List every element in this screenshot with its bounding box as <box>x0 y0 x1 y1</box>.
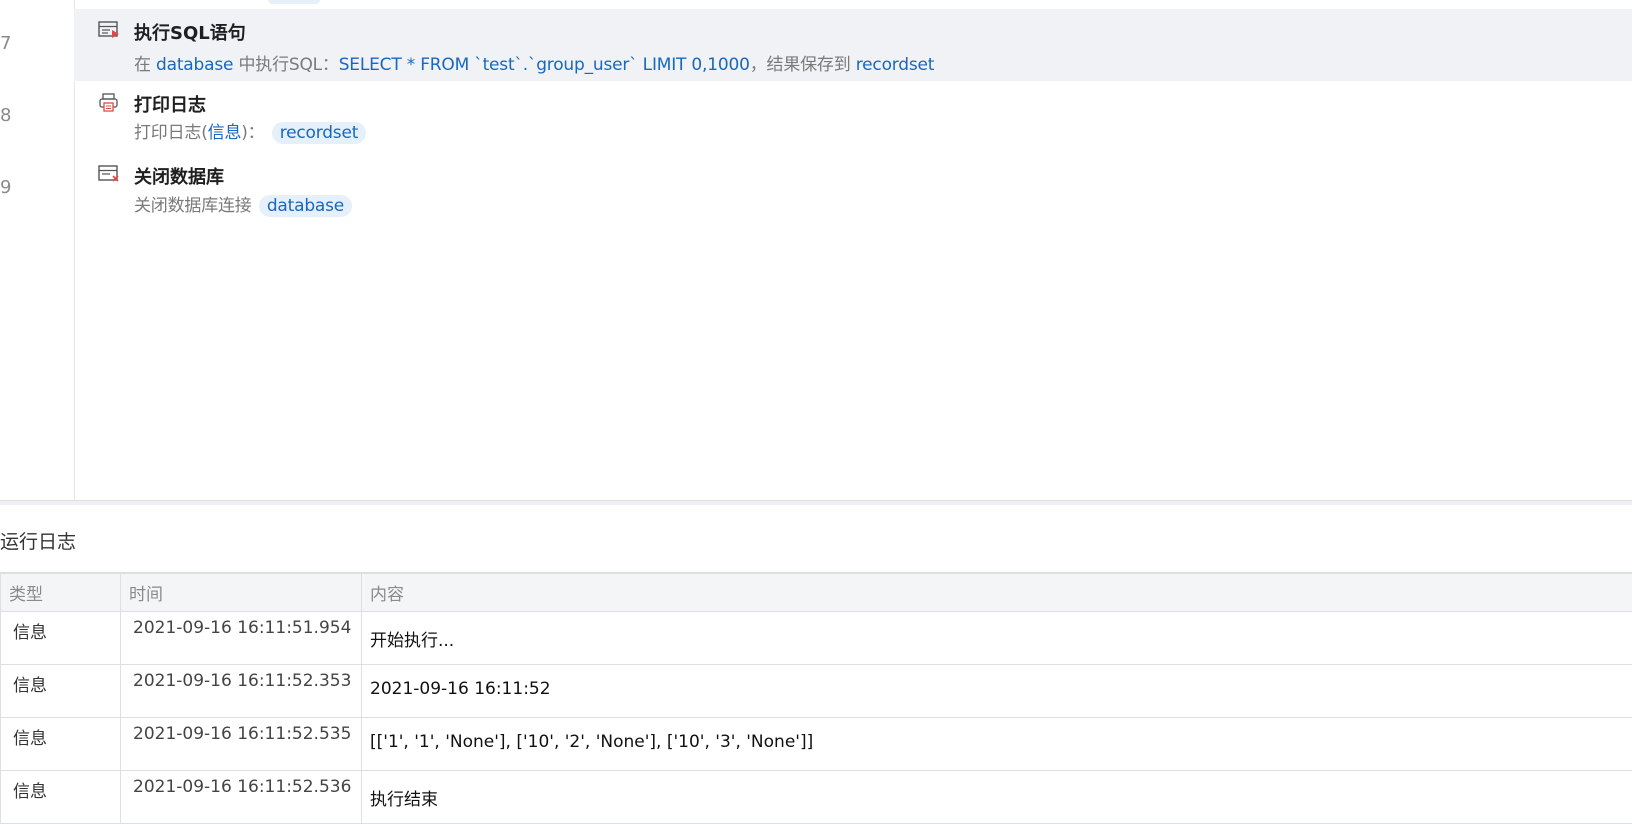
step-text: )： <box>241 123 264 143</box>
table-row[interactable]: 信息 2021-09-16 16:11:52.535 [['1', '1', '… <box>1 718 1632 771</box>
column-header-type[interactable]: 类型 <box>1 573 121 612</box>
log-table: 类型 时间 内容 信息 2021-09-16 16:11:51.954 开始执行… <box>0 572 1632 824</box>
step-execute-sql[interactable]: 执行SQL语句 在 database 中执行SQL：SELECT * FROM … <box>74 9 1632 81</box>
step-description: 打印日志(信息)： recordset <box>134 118 368 144</box>
step-title: 关闭数据库 <box>134 163 224 189</box>
log-type-cell: 信息 <box>1 665 121 718</box>
sql-execute-icon <box>98 21 120 39</box>
table-header-row: 类型 时间 内容 <box>1 573 1632 612</box>
step-text: ，结果保存到 <box>750 55 851 75</box>
step-description: 在 database 中执行SQL：SELECT * FROM `test`.`… <box>134 50 934 75</box>
line-number: 9 <box>0 177 11 198</box>
column-header-time[interactable]: 时间 <box>121 573 362 612</box>
log-type-cell: 信息 <box>1 718 121 771</box>
step-text: 中执行SQL： <box>238 55 338 75</box>
table-row[interactable]: 信息 2021-09-16 16:11:52.353 2021-09-16 16… <box>1 665 1632 718</box>
log-level-option[interactable]: 信息 <box>208 123 242 143</box>
line-number: 8 <box>0 105 11 126</box>
flow-editor: 7 8 9 执行SQL语句 在 database 中执行SQL：SELECT *… <box>0 0 1632 500</box>
step-text: 在 <box>134 55 151 75</box>
table-row[interactable]: 信息 2021-09-16 16:11:51.954 开始执行... <box>1 612 1632 665</box>
log-content-cell: 2021-09-16 16:11:52 <box>362 665 1632 718</box>
column-header-content[interactable]: 内容 <box>362 573 1632 612</box>
step-close-database[interactable]: 关闭数据库 关闭数据库连接 database <box>74 153 1632 223</box>
step-text: 关闭数据库连接 <box>134 196 252 216</box>
recordset-variable-chip[interactable]: recordset <box>272 122 367 144</box>
log-time-cell: 2021-09-16 16:11:51.954 <box>121 612 362 665</box>
database-variable[interactable]: database <box>156 55 233 75</box>
panel-splitter[interactable] <box>0 500 1632 505</box>
printer-icon <box>98 93 120 111</box>
step-title: 打印日志 <box>134 91 206 117</box>
previous-step-variable-chip <box>268 0 320 4</box>
close-database-icon <box>98 165 120 183</box>
database-variable-chip[interactable]: database <box>259 195 352 217</box>
step-text: 打印日志( <box>134 123 208 143</box>
log-time-cell: 2021-09-16 16:11:52.536 <box>121 771 362 824</box>
table-row[interactable]: 信息 2021-09-16 16:11:52.536 执行结束 <box>1 771 1632 824</box>
log-type-cell: 信息 <box>1 771 121 824</box>
sql-statement[interactable]: SELECT * FROM `test`.`group_user` LIMIT … <box>339 55 750 75</box>
step-title: 执行SQL语句 <box>134 19 246 45</box>
log-time-cell: 2021-09-16 16:11:52.535 <box>121 718 362 771</box>
log-content-cell: 执行结束 <box>362 771 1632 824</box>
log-time-cell: 2021-09-16 16:11:52.353 <box>121 665 362 718</box>
log-content-cell: [['1', '1', 'None'], ['10', '2', 'None']… <box>362 718 1632 771</box>
step-description: 关闭数据库连接 database <box>134 191 354 217</box>
log-panel-title: 运行日志 <box>0 527 76 554</box>
line-number: 7 <box>0 33 11 54</box>
result-variable[interactable]: recordset <box>856 55 935 75</box>
step-print-log[interactable]: 打印日志 打印日志(信息)： recordset <box>74 81 1632 151</box>
line-number-gutter: 7 8 9 <box>0 0 75 500</box>
log-type-cell: 信息 <box>1 612 121 665</box>
log-content-cell: 开始执行... <box>362 612 1632 665</box>
